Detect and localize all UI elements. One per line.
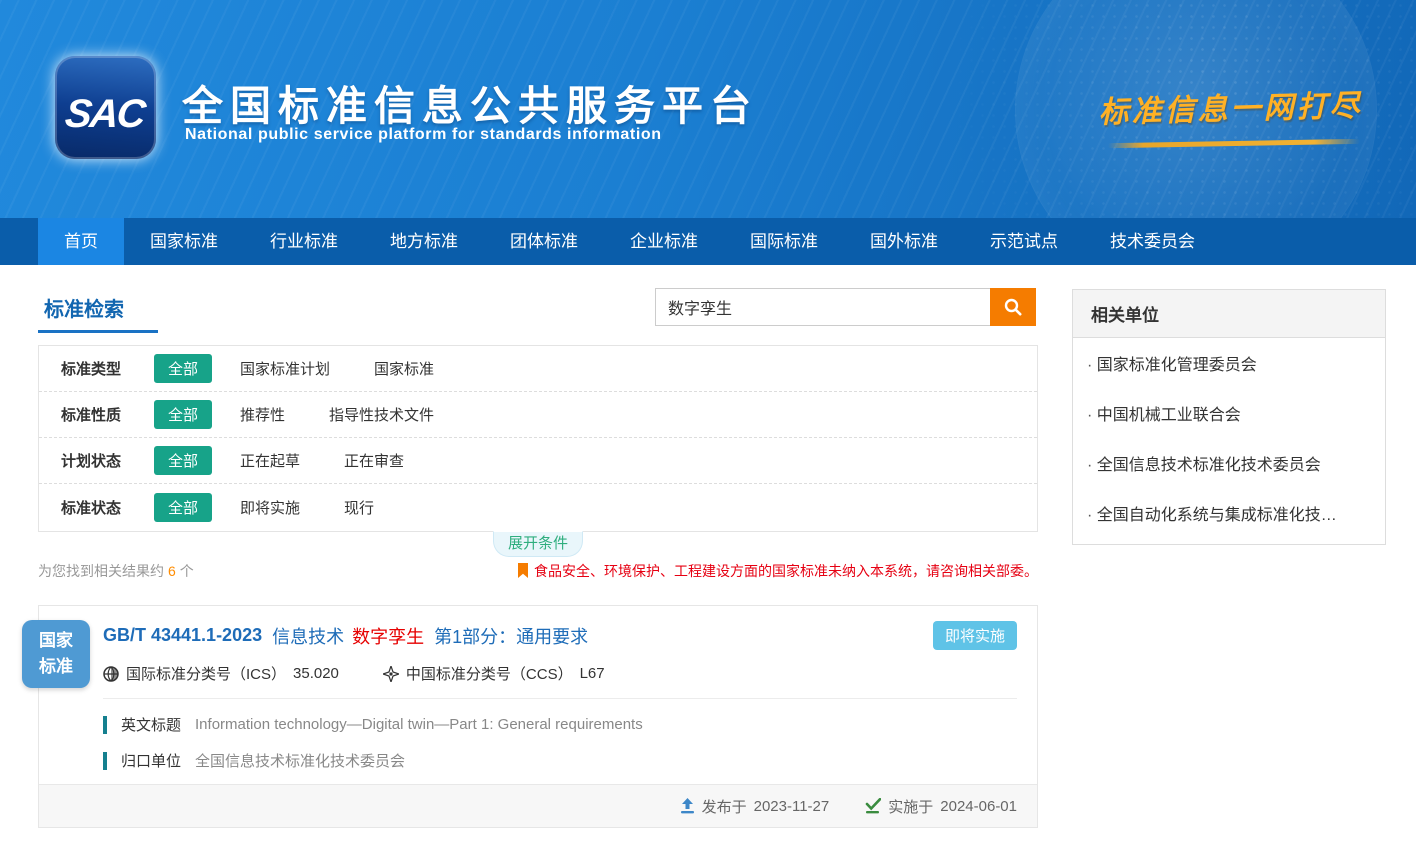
filter-all-button[interactable]: 全部 [154,493,212,522]
nav-item-group-standards[interactable]: 团体标准 [484,218,604,265]
filter-row-plan-status: 计划状态 全部 正在起草 正在审查 [39,438,1037,484]
standard-code-link[interactable]: GB/T 43441.1-2023 [103,625,262,646]
system-notice: 食品安全、环境保护、工程建设方面的国家标准未纳入本系统，请咨询相关部委。 [517,561,1038,581]
filter-option[interactable]: 国家标准计划 [240,358,330,379]
published-label: 发布于 [702,796,747,817]
results-count-suffix: 个 [180,563,194,579]
nav-item-local-standards[interactable]: 地方标准 [364,218,484,265]
section-title-underline [38,330,158,333]
search-input[interactable] [655,288,990,326]
standard-title-seg2[interactable]: 第1部分：通用要求 [434,623,588,649]
nav-item-foreign-standards[interactable]: 国外标准 [844,218,964,265]
implement-check-icon [865,798,881,814]
implemented-label: 实施于 [888,796,933,817]
filter-label: 计划状态 [61,450,154,471]
ics-label: 国际标准分类号（ICS） [126,663,286,684]
filter-box: 标准类型 全部 国家标准计划 国家标准 标准性质 全部 推荐性 指导性技术文件 … [38,345,1038,532]
card-header: GB/T 43441.1-2023 信息技术 数字孪生 第1部分：通用要求 即将… [39,606,1037,699]
ics-value: 35.020 [293,665,339,682]
sac-logo-text: SAC [63,78,148,137]
ccs-group: 中国标准分类号（CCS） L67 [383,663,605,684]
committee-label: 归口单位 [121,750,181,771]
filter-option[interactable]: 国家标准 [374,358,434,379]
filter-label: 标准类型 [61,358,154,379]
platform-title-cn: 全国标准信息公共服务平台 [182,72,758,132]
filter-label: 标准性质 [61,404,154,425]
national-standard-badge[interactable]: 国家 标准 [22,620,90,688]
sac-logo[interactable]: SAC [55,56,156,159]
filter-row-standard-status: 标准状态 全部 即将实施 现行 [39,484,1037,530]
magnifier-icon [1003,297,1023,317]
filter-option[interactable]: 正在审查 [344,450,404,471]
filter-option[interactable]: 指导性技术文件 [329,404,434,425]
main-nav: 首页 国家标准 行业标准 地方标准 团体标准 企业标准 国际标准 国外标准 示范… [0,218,1416,265]
publish-upload-icon [680,798,695,814]
published-date: 2023-11-27 [754,798,830,815]
search-box [655,288,1036,326]
ccs-label: 中国标准分类号（CCS） [406,663,573,684]
sidebar-item-machinery-federation[interactable]: 中国机械工业联合会 [1073,388,1385,438]
card-title-row: GB/T 43441.1-2023 信息技术 数字孪生 第1部分：通用要求 即将… [103,621,1017,650]
implemented-date: 2024-06-01 [940,798,1017,815]
compass-icon [383,666,399,682]
english-title-row: 英文标题 Information technology—Digital twin… [103,714,1017,735]
platform-title-en: National public service platform for sta… [185,126,662,144]
nav-item-international-standards[interactable]: 国际标准 [724,218,844,265]
filter-row-standard-type: 标准类型 全部 国家标准计划 国家标准 [39,346,1037,392]
english-title-value: Information technology—Digital twin—Part… [195,716,643,733]
header-slogan: 标准信息一网打尽 [1087,80,1373,131]
standard-title-highlight[interactable]: 数字孪生 [352,623,424,649]
results-count: 为您找到相关结果约6个 [38,561,194,581]
committee-row: 归口单位 全国信息技术标准化技术委员会 [103,750,1017,771]
related-units-title: 相关单位 [1073,290,1385,338]
sidebar-item-sac[interactable]: 国家标准化管理委员会 [1073,338,1385,388]
card-meta-row: 国际标准分类号（ICS） 35.020 中国标准分类号（CCS） L67 [103,663,1017,699]
card-footer: 发布于 2023-11-27 实施于 2024-06-01 [39,784,1037,827]
standard-title-seg1[interactable]: 信息技术 [272,623,344,649]
results-count-number: 6 [168,563,176,579]
filter-all-button[interactable]: 全部 [154,400,212,429]
results-count-prefix: 为您找到相关结果约 [38,563,164,579]
committee-value: 全国信息技术标准化技术委员会 [195,750,405,771]
implemented-date-item: 实施于 2024-06-01 [865,796,1017,817]
section-title-standard-search: 标准检索 [44,293,124,322]
nav-item-technical-committee[interactable]: 技术委员会 [1084,218,1221,265]
sidebar-item-automation-committee[interactable]: 全国自动化系统与集成标准化技… [1073,488,1385,538]
filter-all-button[interactable]: 全部 [154,446,212,475]
filter-option[interactable]: 推荐性 [240,404,285,425]
row-accent-bar [103,752,107,770]
filter-option[interactable]: 即将实施 [240,497,300,518]
system-notice-text: 食品安全、环境保护、工程建设方面的国家标准未纳入本系统，请咨询相关部委。 [534,561,1038,581]
ccs-value: L67 [580,665,605,682]
filter-all-button[interactable]: 全部 [154,354,212,383]
nav-item-pilot[interactable]: 示范试点 [964,218,1084,265]
filter-row-standard-nature: 标准性质 全部 推荐性 指导性技术文件 [39,392,1037,438]
bookmark-icon [517,563,529,579]
filter-option[interactable]: 现行 [344,497,374,518]
results-info-row: 为您找到相关结果约6个 食品安全、环境保护、工程建设方面的国家标准未纳入本系统，… [38,561,1038,581]
status-badge: 即将实施 [933,621,1017,650]
expand-conditions-button[interactable]: 展开条件 [493,531,583,557]
english-title-label: 英文标题 [121,714,181,735]
filter-option[interactable]: 正在起草 [240,450,300,471]
sidebar-item-it-standardization-committee[interactable]: 全国信息技术标准化技术委员会 [1073,438,1385,488]
filter-label: 标准状态 [61,497,154,518]
published-date-item: 发布于 2023-11-27 [680,796,830,817]
badge-line-2: 标准 [39,654,73,680]
nav-item-enterprise-standards[interactable]: 企业标准 [604,218,724,265]
related-units-panel: 相关单位 国家标准化管理委员会 中国机械工业联合会 全国信息技术标准化技术委员会… [1072,289,1386,545]
nav-item-industry-standards[interactable]: 行业标准 [244,218,364,265]
nav-item-home[interactable]: 首页 [38,218,124,265]
search-button[interactable] [990,288,1036,326]
badge-line-1: 国家 [39,628,73,654]
ics-group: 国际标准分类号（ICS） 35.020 [103,663,339,684]
standard-result-card: 国家 标准 GB/T 43441.1-2023 信息技术 数字孪生 第1部分：通… [38,605,1038,828]
row-accent-bar [103,716,107,734]
globe-icon [103,666,119,682]
nav-item-national-standards[interactable]: 国家标准 [124,218,244,265]
